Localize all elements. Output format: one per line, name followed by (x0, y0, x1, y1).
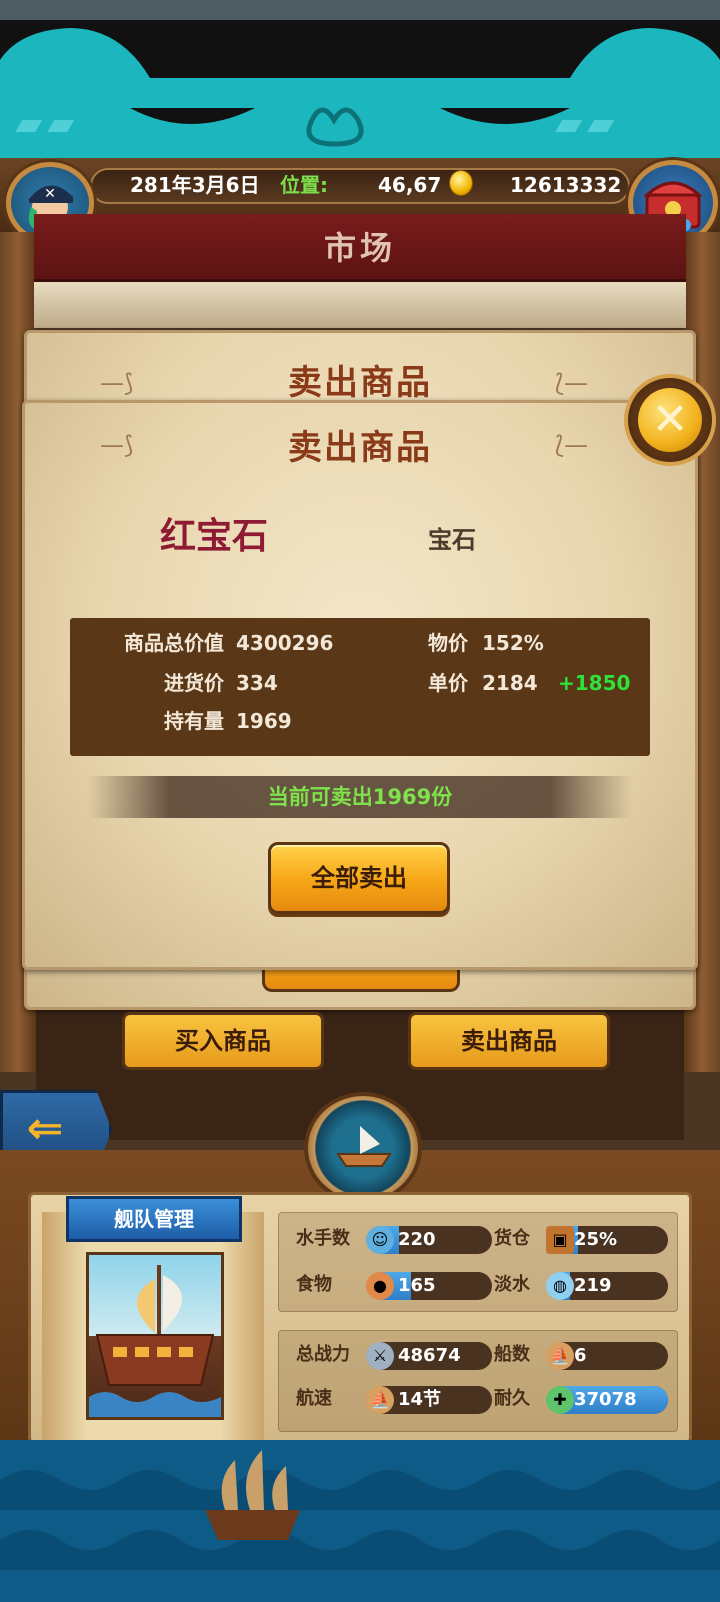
game-date: 281年3月6日 (130, 173, 260, 197)
flourish-right-icon: ⟅— (554, 431, 588, 459)
sea-background (0, 1440, 720, 1602)
available-text: 当前可卖出1969份 (267, 785, 453, 809)
unit-price-label: 单价 (428, 671, 468, 695)
market-title: 市场 (323, 229, 396, 267)
water-jug-icon: ◍ (546, 1272, 574, 1300)
fleet-management-ribbon[interactable]: 舰队管理 (66, 1196, 242, 1242)
price-index-label: 物价 (428, 631, 468, 655)
ships-label: 船数 (494, 1344, 530, 1365)
repair-icon: ✚ (546, 1386, 574, 1414)
market-header: 市场 (34, 214, 686, 282)
purchase-price: 334 (236, 671, 278, 695)
available-banner: 当前可卖出1969份 (88, 776, 632, 818)
sell-goods-tab[interactable]: 卖出商品 (408, 1012, 610, 1070)
sail-icon: ⛵ (366, 1386, 394, 1414)
close-icon: ✕ (638, 388, 702, 452)
cargo-crate-icon: ▣ (546, 1226, 574, 1254)
sell-all-button[interactable]: 全部卖出 (268, 842, 450, 914)
item-name: 红宝石 (160, 516, 269, 557)
speed-label: 航速 (296, 1388, 332, 1409)
unit-price: 2184 (482, 671, 538, 695)
meat-icon: ● (366, 1272, 394, 1300)
flourish-left-icon: —⟆ (100, 369, 134, 397)
durability-value: 37078 (574, 1389, 637, 1410)
crossed-swords-icon: ⚔ (366, 1342, 394, 1370)
gold-coin-icon (449, 170, 473, 196)
cargo-label: 货仓 (494, 1228, 530, 1249)
market-background (34, 282, 686, 328)
position-value: 46,67 (378, 173, 442, 197)
ships-value: 6 (574, 1345, 587, 1366)
position-label: 位置: (280, 173, 328, 197)
holding-value: 1969 (236, 709, 292, 733)
ship-cutaway-image[interactable] (86, 1252, 224, 1420)
sailors-value: 220 (398, 1229, 436, 1250)
speed-value: 14节 (398, 1389, 442, 1410)
profit-value: +1850 (558, 671, 631, 695)
status-strip (0, 0, 720, 20)
back-arrow-icon: ⇐ (26, 1103, 64, 1154)
sailor-icon: ☺ (366, 1226, 394, 1254)
sell-dialog-title: 卖出商品 (288, 428, 432, 468)
food-value: 165 (398, 1275, 436, 1296)
power-value: 48674 (398, 1345, 461, 1366)
food-label: 食物 (296, 1274, 332, 1295)
power-label: 总战力 (296, 1344, 350, 1365)
flourish-right-icon: ⟅— (554, 369, 588, 397)
purchase-price-label: 进货价 (164, 671, 224, 695)
svg-text:✕: ✕ (44, 186, 56, 202)
cat-header-banner (0, 20, 720, 160)
water-label: 淡水 (494, 1274, 530, 1295)
ship-icon: ⛵ (546, 1342, 574, 1370)
durability-label: 耐久 (494, 1388, 530, 1409)
holding-label: 持有量 (164, 709, 224, 733)
sailors-label: 水手数 (296, 1228, 350, 1249)
close-button[interactable]: ✕ (624, 374, 716, 466)
cargo-value: 25% (574, 1229, 618, 1250)
total-value: 4300296 (236, 631, 334, 655)
gold-amount: 12613332 (510, 173, 622, 197)
price-index: 152% (482, 631, 544, 655)
ship-helm-icon[interactable] (304, 1092, 422, 1204)
water-value: 219 (574, 1275, 612, 1296)
buy-goods-tab[interactable]: 买入商品 (122, 1012, 324, 1070)
flourish-left-icon: —⟆ (100, 431, 134, 459)
total-value-label: 商品总价值 (124, 631, 224, 655)
item-category: 宝石 (428, 526, 476, 554)
